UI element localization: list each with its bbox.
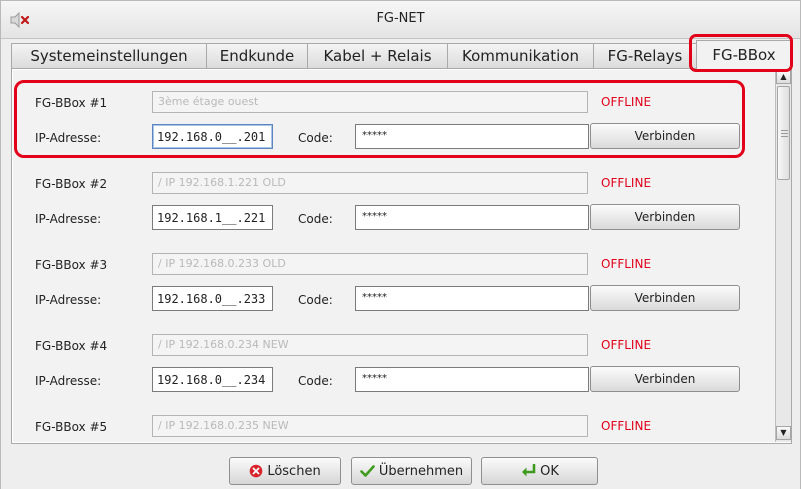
tab-endkunde[interactable]: Endkunde (206, 43, 308, 68)
connect-button[interactable]: Verbinden (590, 366, 740, 392)
tab-systemeinstellungen[interactable]: Systemeinstellungen (11, 43, 207, 68)
bbox-name-field[interactable]: / IP 192.168.0.233 OLD (152, 253, 588, 275)
ip-address-input[interactable]: 192.168.1__.221 (152, 205, 273, 230)
scroll-thumb[interactable] (777, 86, 790, 180)
connect-button[interactable]: Verbinden (590, 285, 740, 311)
ip-label: IP-Adresse: (35, 131, 102, 145)
status-badge: OFFLINE (601, 176, 652, 190)
window-title: FG-NET (376, 11, 425, 26)
status-badge: OFFLINE (601, 257, 652, 271)
bbox-name-field[interactable]: / IP 192.168.0.235 NEW (152, 415, 588, 437)
bbox-label: FG-BBox #5 (35, 420, 108, 434)
bbox-entry: FG-BBox #5 / IP 192.168.0.235 NEW OFFLIN… (13, 405, 773, 442)
apply-label: Übernehmen (378, 463, 464, 479)
checkmark-icon (360, 465, 375, 477)
bbox-label: FG-BBox #2 (35, 177, 108, 191)
vertical-scrollbar[interactable]: ▲ ▼ (775, 70, 791, 442)
ip-address-input[interactable]: 192.168.0__.234 (152, 367, 273, 392)
grip-line (781, 133, 788, 134)
code-label: Code: (298, 212, 333, 226)
bbox-panel: FG-BBox #1 3ème étage ouest OFFLINE IP-A… (11, 68, 792, 444)
code-input[interactable]: ***** (355, 205, 589, 230)
code-input[interactable]: ***** (355, 124, 589, 149)
ip-address-input[interactable]: 192.168.0__.233 (152, 286, 273, 311)
apply-button[interactable]: Übernehmen (351, 457, 472, 485)
connect-button[interactable]: Verbinden (590, 204, 740, 230)
bbox-name-field[interactable]: / IP 192.168.1.221 OLD (152, 172, 588, 194)
tab-fg-relays[interactable]: FG-Relays (593, 43, 697, 68)
bbox-name-field[interactable]: 3ème étage ouest (152, 91, 588, 113)
bbox-entry: FG-BBox #2 / IP 192.168.1.221 OLD OFFLIN… (13, 162, 773, 242)
bbox-list: FG-BBox #1 3ème étage ouest OFFLINE IP-A… (13, 70, 775, 442)
bbox-name-field[interactable]: / IP 192.168.0.234 NEW (152, 334, 588, 356)
delete-label: Löschen (267, 463, 321, 479)
ip-label: IP-Adresse: (35, 293, 102, 307)
bbox-entry: FG-BBox #1 3ème étage ouest OFFLINE IP-A… (13, 81, 773, 161)
delete-button[interactable]: Löschen (229, 457, 341, 485)
status-badge: OFFLINE (601, 419, 652, 433)
code-input[interactable]: ***** (355, 286, 589, 311)
ip-address-input[interactable]: 192.168.0__.201 (152, 124, 273, 149)
title-bar: FG-NET (1, 1, 800, 39)
bbox-label: FG-BBox #1 (35, 96, 108, 110)
tab-fg-bbox[interactable]: FG-BBox (696, 40, 792, 69)
enter-arrow-icon (522, 464, 536, 477)
ip-label: IP-Adresse: (35, 374, 102, 388)
connect-button[interactable]: Verbinden (590, 123, 740, 149)
settings-window: FG-NET Systemeinstellungen Endkunde Kabe… (0, 0, 801, 489)
grip-line (781, 130, 788, 131)
scroll-up-icon[interactable]: ▲ (776, 70, 791, 84)
tab-kommunikation[interactable]: Kommunikation (447, 43, 594, 68)
bbox-entry: FG-BBox #3 / IP 192.168.0.233 OLD OFFLIN… (13, 243, 773, 323)
button-bar: Löschen Übernehmen OK (1, 445, 800, 489)
bbox-entry: FG-BBox #4 / IP 192.168.0.234 NEW OFFLIN… (13, 324, 773, 404)
code-label: Code: (298, 374, 333, 388)
grip-line (781, 136, 788, 137)
ip-label: IP-Adresse: (35, 212, 102, 226)
bbox-label: FG-BBox #3 (35, 258, 108, 272)
tab-bar: Systemeinstellungen Endkunde Kabel + Rel… (11, 40, 792, 69)
ok-button[interactable]: OK (481, 457, 598, 485)
status-badge: OFFLINE (601, 95, 652, 109)
code-input[interactable]: ***** (355, 367, 589, 392)
bbox-label: FG-BBox #4 (35, 339, 108, 353)
status-badge: OFFLINE (601, 338, 652, 352)
ok-label: OK (540, 463, 559, 479)
code-label: Code: (298, 293, 333, 307)
tab-kabel-relais[interactable]: Kabel + Relais (307, 43, 448, 68)
code-label: Code: (298, 131, 333, 145)
delete-icon (250, 464, 263, 478)
scroll-down-icon[interactable]: ▼ (776, 426, 791, 440)
